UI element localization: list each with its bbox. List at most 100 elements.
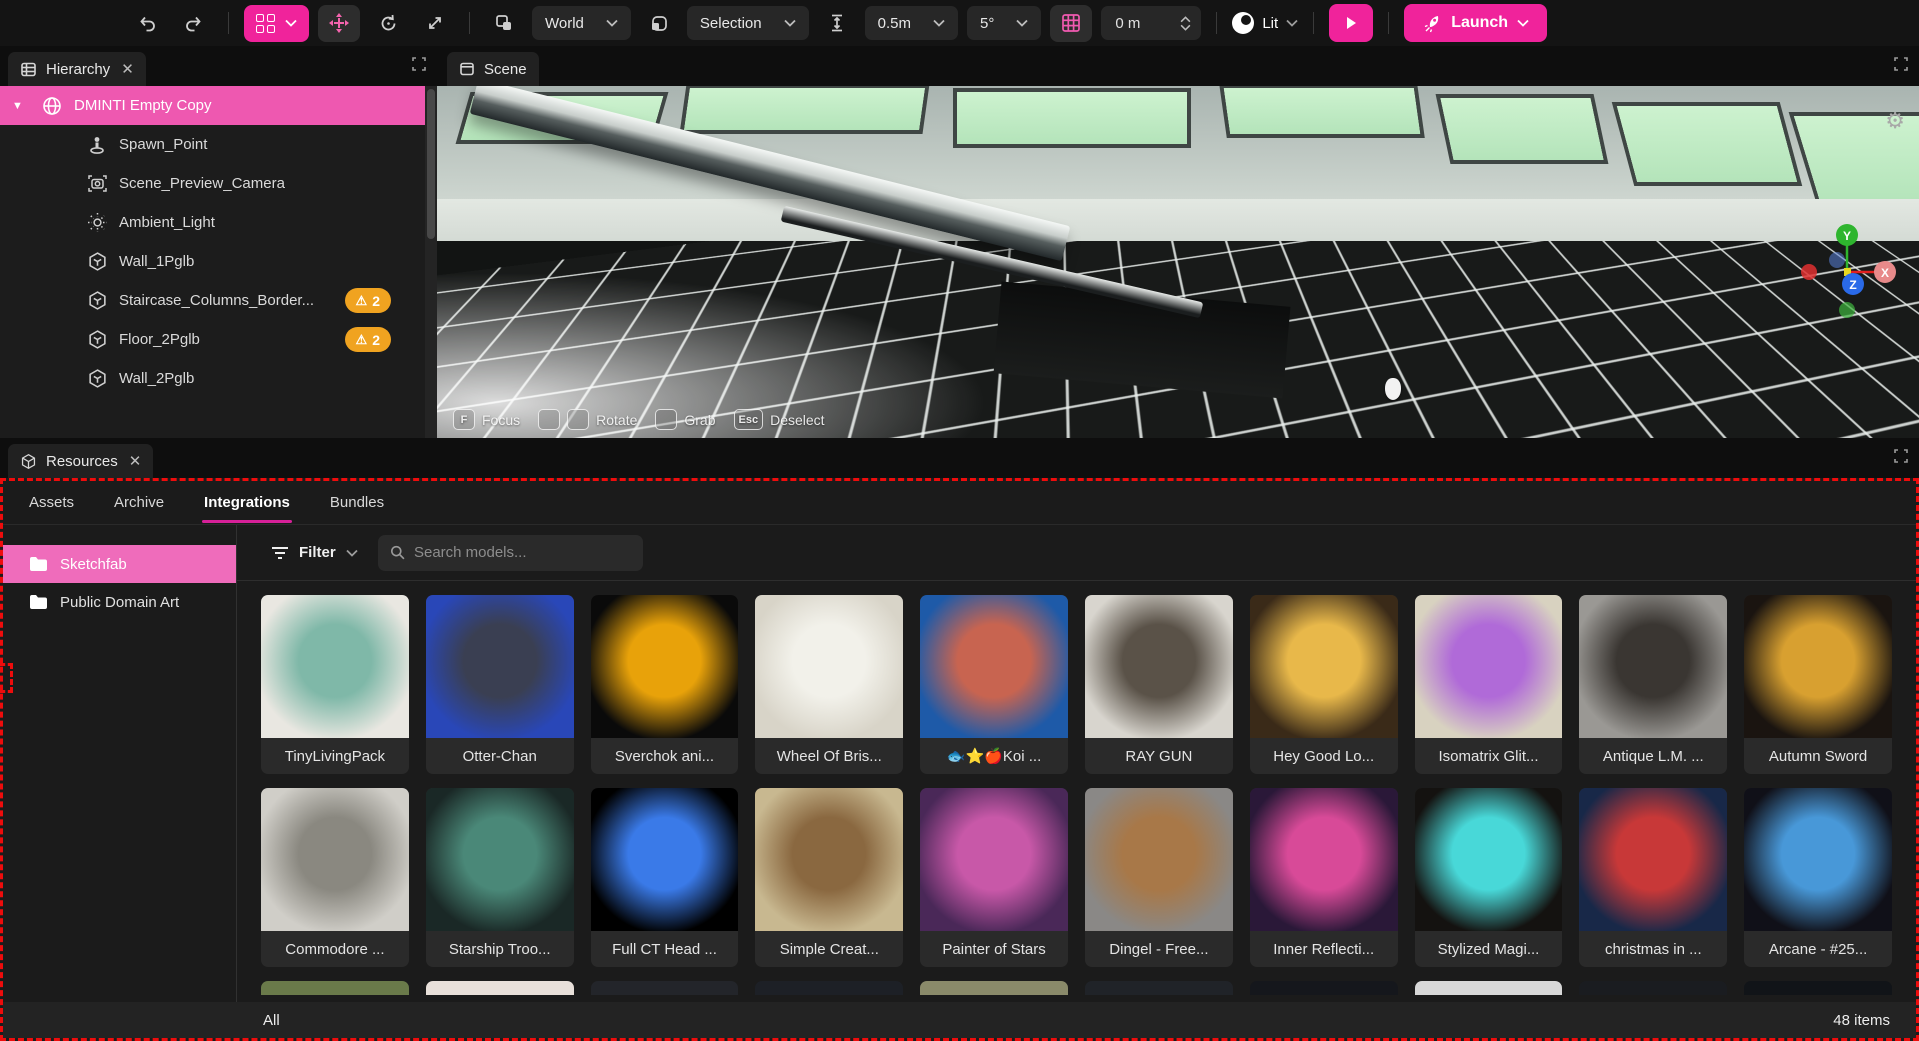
item-count: 48 items xyxy=(1833,1012,1890,1029)
resources-tab-title: Resources xyxy=(46,453,118,470)
asset-card-partial[interactable] xyxy=(1744,981,1892,995)
duplicate-button[interactable] xyxy=(485,6,523,40)
tab-assets[interactable]: Assets xyxy=(27,482,76,523)
gizmo-z-back xyxy=(1829,252,1845,268)
asset-label: 🐟⭐🍎Koi ... xyxy=(920,738,1068,774)
asset-card[interactable]: Dingel - Free... xyxy=(1085,788,1233,967)
stepper-down-icon[interactable] xyxy=(1180,24,1191,31)
asset-card[interactable]: Sverchok ani... xyxy=(591,595,739,774)
asset-card[interactable]: 🐟⭐🍎Koi ... xyxy=(920,595,1068,774)
hierarchy-item-staircase-columns-border[interactable]: Staircase_Columns_Border... ⚠2 xyxy=(0,281,425,320)
scrollbar-thumb[interactable] xyxy=(427,89,435,239)
tree-expand-chevron-icon[interactable]: ▼ xyxy=(12,100,30,112)
source-list: SketchfabPublic Domain Art xyxy=(3,525,237,1002)
asset-card-partial[interactable] xyxy=(1085,981,1233,995)
rotate-tool-button[interactable] xyxy=(369,6,407,40)
selection-mode-dropdown[interactable]: Selection xyxy=(687,6,809,40)
tab-integrations[interactable]: Integrations xyxy=(202,482,292,523)
hierarchy-item-ambient-light[interactable]: Ambient_Light xyxy=(0,203,425,242)
asset-card[interactable]: Wheel Of Bris... xyxy=(755,595,903,774)
asset-card[interactable]: Full CT Head ... xyxy=(591,788,739,967)
chevron-down-icon xyxy=(1016,19,1028,27)
asset-card[interactable]: Stylized Magi... xyxy=(1415,788,1563,967)
scene-3d-view[interactable]: ⚙ Y X Z xyxy=(437,86,1919,438)
asset-card[interactable]: RAY GUN xyxy=(1085,595,1233,774)
asset-card-partial[interactable] xyxy=(1415,981,1563,995)
asset-card[interactable]: Antique L.M. ... xyxy=(1579,595,1727,774)
pivot-icon xyxy=(649,13,669,33)
expand-panel-icon[interactable] xyxy=(1893,448,1909,464)
asset-card-partial[interactable] xyxy=(591,981,739,995)
asset-card[interactable]: Starship Troo... xyxy=(426,788,574,967)
source-item-sketchfab[interactable]: Sketchfab xyxy=(3,545,236,583)
filter-button[interactable]: Filter xyxy=(271,544,358,561)
asset-card[interactable]: christmas in ... xyxy=(1579,788,1727,967)
lit-mode-icon xyxy=(1232,12,1254,34)
resources-tab[interactable]: Resources ✕ xyxy=(8,444,153,478)
asset-card-partial[interactable] xyxy=(1250,981,1398,995)
tab-archive[interactable]: Archive xyxy=(112,482,166,523)
rotate-tool-icon xyxy=(378,13,399,34)
asset-card-partial[interactable] xyxy=(920,981,1068,995)
asset-grid-button[interactable] xyxy=(244,5,309,42)
stepper-up-icon[interactable] xyxy=(1180,16,1191,23)
rotate-snap-dropdown[interactable]: 5° xyxy=(967,6,1041,40)
search-input[interactable] xyxy=(414,544,631,561)
skylight-panel xyxy=(1440,98,1603,160)
tab-bundles[interactable]: Bundles xyxy=(328,482,386,523)
asset-card[interactable]: Autumn Sword xyxy=(1744,595,1892,774)
expand-panel-icon[interactable] xyxy=(411,56,427,72)
asset-card-partial[interactable] xyxy=(426,981,574,995)
grid-snap-button[interactable] xyxy=(1050,5,1092,42)
warning-badge[interactable]: ⚠2 xyxy=(345,288,391,313)
hierarchy-tab[interactable]: Hierarchy ✕ xyxy=(8,52,146,86)
undo-button[interactable] xyxy=(128,6,166,40)
viewport-gizmo[interactable]: Y X Z xyxy=(1801,222,1897,318)
coordinate-space-dropdown[interactable]: World xyxy=(532,6,631,40)
launch-label: Launch xyxy=(1451,14,1508,32)
close-icon[interactable]: ✕ xyxy=(129,452,142,470)
close-icon[interactable]: ✕ xyxy=(121,60,134,78)
hierarchy-item-floor-2pglb[interactable]: Floor_2Pglb⚠2 xyxy=(0,320,425,359)
asset-card[interactable]: Arcane - #25... xyxy=(1744,788,1892,967)
asset-card-partial[interactable] xyxy=(261,981,409,995)
rocket-icon xyxy=(1422,13,1442,33)
scene-settings-gear-icon[interactable]: ⚙ xyxy=(1885,108,1905,134)
asset-card[interactable]: Hey Good Lo... xyxy=(1250,595,1398,774)
asset-label: Painter of Stars xyxy=(920,931,1068,967)
play-button[interactable] xyxy=(1329,4,1373,42)
asset-card-partial[interactable] xyxy=(755,981,903,995)
asset-card-partial[interactable] xyxy=(1579,981,1727,995)
scene-tab-strip: Scene xyxy=(437,46,1919,86)
redo-button[interactable] xyxy=(175,6,213,40)
asset-card[interactable]: Isomatrix Glit... xyxy=(1415,595,1563,774)
hierarchy-item-spawn-point[interactable]: Spawn_Point xyxy=(0,125,425,164)
height-snap-button[interactable] xyxy=(818,6,856,40)
asset-card[interactable]: Commodore ... xyxy=(261,788,409,967)
asset-card[interactable]: Inner Reflecti... xyxy=(1250,788,1398,967)
scene-tab[interactable]: Scene xyxy=(447,52,539,86)
hierarchy-item-wall-2pglb[interactable]: Wall_2Pglb xyxy=(0,359,425,398)
resources-footer: All 48 items xyxy=(3,1002,1916,1038)
hierarchy-item-scene-preview-camera[interactable]: Scene_Preview_Camera xyxy=(0,164,425,203)
warning-badge[interactable]: ⚠2 xyxy=(345,327,391,352)
height-value-stepper[interactable]: 0 m xyxy=(1101,6,1201,40)
hierarchy-item-dminti-empty-copy[interactable]: ▼DMINTI Empty Copy xyxy=(0,86,425,125)
move-snap-dropdown[interactable]: 0.5m xyxy=(865,6,958,40)
expand-panel-icon[interactable] xyxy=(1893,56,1909,72)
asset-card[interactable]: TinyLivingPack xyxy=(261,595,409,774)
asset-card[interactable]: Simple Creat... xyxy=(755,788,903,967)
asset-card[interactable]: Otter-Chan xyxy=(426,595,574,774)
hierarchy-item-label: Staircase_Columns_Border... xyxy=(119,292,314,309)
scale-tool-button[interactable] xyxy=(416,6,454,40)
hierarchy-item-wall-1pglb[interactable]: Wall_1Pglb xyxy=(0,242,425,281)
search-box[interactable] xyxy=(378,535,643,571)
render-mode-dropdown[interactable]: Lit xyxy=(1232,12,1298,34)
pivot-button[interactable] xyxy=(640,6,678,40)
source-item-public-domain-art[interactable]: Public Domain Art xyxy=(3,583,236,621)
asset-card[interactable]: Painter of Stars xyxy=(920,788,1068,967)
launch-button[interactable]: Launch xyxy=(1404,4,1547,42)
move-tool-button[interactable] xyxy=(318,5,360,42)
viewport-hint: Rotate xyxy=(538,409,637,430)
hierarchy-scrollbar[interactable] xyxy=(425,86,437,438)
